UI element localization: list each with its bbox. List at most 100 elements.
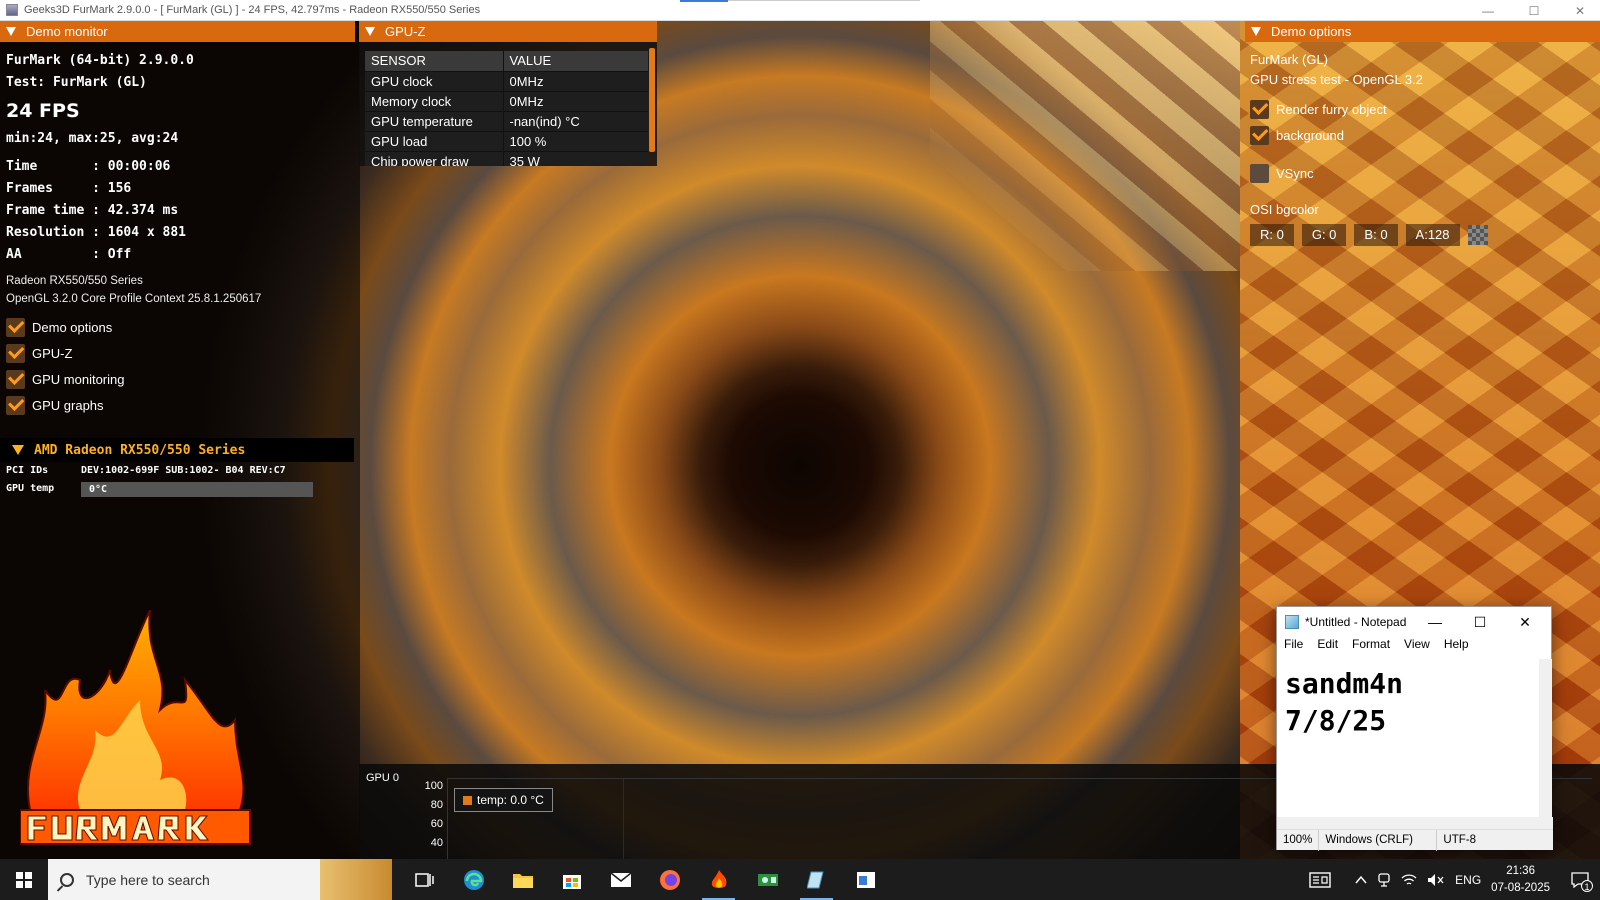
clock-time: 21:36 bbox=[1506, 864, 1535, 877]
graph-tick-label: 40 bbox=[430, 837, 443, 849]
meet-now-icon[interactable] bbox=[1377, 872, 1391, 888]
notepad-vertical-scrollbar[interactable] bbox=[1539, 659, 1552, 817]
option-render-furry-object[interactable]: Render furry object bbox=[1250, 96, 1600, 122]
table-row: GPU clock 0MHz bbox=[365, 71, 648, 92]
furmark-flame-logo bbox=[20, 610, 251, 845]
checkbox-checked-icon[interactable] bbox=[1250, 99, 1269, 119]
menu-file[interactable]: File bbox=[1284, 637, 1303, 657]
table-header-row: SENSOR VALUE bbox=[365, 51, 648, 72]
taskbar-firefox[interactable] bbox=[645, 859, 694, 900]
table-row: GPU temperature -nan(ind) °C bbox=[365, 111, 648, 132]
status-line-ending: Windows (CRLF) bbox=[1319, 829, 1438, 851]
taskbar-gpu-tool[interactable] bbox=[743, 859, 792, 900]
taskbar-clock[interactable]: 21:36 07-08-2025 bbox=[1491, 863, 1550, 897]
taskbar-furmark[interactable] bbox=[694, 859, 743, 900]
graph-legend: temp: 0.0 °C bbox=[454, 788, 553, 812]
taskbar-file-explorer[interactable] bbox=[498, 859, 547, 900]
notepad-icon bbox=[1285, 615, 1299, 629]
checkbox-checked-icon[interactable] bbox=[6, 343, 25, 363]
maximize-button[interactable]: ☐ bbox=[1511, 0, 1557, 21]
checkbox-checked-icon[interactable] bbox=[1250, 125, 1269, 145]
taskbar-search-box[interactable]: Type here to search bbox=[48, 859, 392, 900]
furmark-app-icon bbox=[6, 4, 18, 16]
gpu-section-header[interactable]: AMD Radeon RX550/550 Series bbox=[0, 438, 354, 462]
menu-format[interactable]: Format bbox=[1352, 637, 1390, 657]
column-header-sensor: SENSOR bbox=[365, 51, 504, 72]
toggle-gpuz[interactable]: GPU-Z bbox=[6, 340, 356, 366]
test-name: Test: FurMark (GL) bbox=[6, 75, 147, 90]
search-placeholder: Type here to search bbox=[86, 871, 210, 888]
start-button[interactable] bbox=[0, 859, 48, 900]
menu-view[interactable]: View bbox=[1404, 637, 1430, 657]
stat-resolution: Resolution : 1604 x 881 bbox=[6, 225, 187, 240]
toggle-gpu-monitoring[interactable]: GPU monitoring bbox=[6, 366, 356, 392]
notepad-maximize-button[interactable]: ☐ bbox=[1458, 607, 1502, 637]
checkbox-unchecked-icon[interactable] bbox=[1250, 163, 1269, 183]
window-title: Geeks3D FurMark 2.9.0.0 - [ FurMark (GL)… bbox=[24, 4, 481, 16]
option-label: Render furry object bbox=[1276, 101, 1387, 117]
taskbar-mail[interactable] bbox=[596, 859, 645, 900]
app-window-icon bbox=[856, 871, 875, 888]
gpu-temp-label: GPU temp bbox=[6, 483, 55, 494]
gpu-temp-row: GPU temp bbox=[6, 481, 54, 497]
osi-red-input[interactable]: R: 0 bbox=[1250, 224, 1294, 246]
notepad-status-bar: 100% Windows (CRLF) UTF-8 bbox=[1277, 829, 1553, 851]
sensor-name: GPU clock bbox=[365, 71, 504, 92]
task-view-button[interactable] bbox=[400, 859, 449, 900]
demo-monitor-title: Demo monitor bbox=[26, 24, 108, 39]
notepad-horizontal-scrollbar[interactable] bbox=[1277, 817, 1553, 829]
option-vsync[interactable]: VSync bbox=[1250, 160, 1600, 186]
minimize-button[interactable]: — bbox=[1465, 0, 1511, 21]
gpu-name: Radeon RX550/550 Series bbox=[6, 275, 143, 287]
language-indicator[interactable]: ENG bbox=[1455, 873, 1481, 887]
sensor-name: GPU temperature bbox=[365, 111, 504, 132]
demo-options-title: Demo options bbox=[1271, 24, 1352, 39]
demo-options-header[interactable]: Demo options bbox=[1245, 21, 1600, 42]
checkbox-checked-icon[interactable] bbox=[6, 317, 25, 337]
gpu-section-title: AMD Radeon RX550/550 Series bbox=[34, 442, 246, 458]
option-background[interactable]: background bbox=[1250, 122, 1600, 148]
pci-ids-row: PCI IDs DEV:1002-699F SUB:1002- B04 REV:… bbox=[6, 463, 286, 479]
gpu-temp-bar: 0°C bbox=[81, 482, 313, 497]
osi-alpha-input[interactable]: A:128 bbox=[1405, 224, 1460, 246]
edge-icon bbox=[463, 869, 484, 890]
taskbar-notepad[interactable] bbox=[792, 859, 841, 900]
stat-frame-time: Frame time : 42.374 ms bbox=[6, 203, 179, 218]
notepad-text-area[interactable]: sandm4n 7/8/25 bbox=[1277, 659, 1539, 817]
collapse-triangle-icon bbox=[6, 27, 16, 36]
wifi-icon[interactable] bbox=[1401, 873, 1417, 887]
notepad-minimize-button[interactable]: — bbox=[1413, 607, 1457, 637]
checkbox-checked-icon[interactable] bbox=[6, 369, 25, 389]
close-button[interactable]: ✕ bbox=[1557, 0, 1600, 21]
taskbar-app-window[interactable] bbox=[841, 859, 890, 900]
gpuz-header[interactable]: GPU-Z bbox=[359, 21, 657, 42]
notepad-close-button[interactable]: ✕ bbox=[1503, 607, 1547, 637]
taskbar-edge[interactable] bbox=[449, 859, 498, 900]
volume-muted-icon[interactable] bbox=[1427, 873, 1445, 887]
toggle-label: GPU graphs bbox=[32, 397, 104, 413]
checkbox-checked-icon[interactable] bbox=[6, 395, 25, 415]
column-header-value: VALUE bbox=[503, 51, 648, 72]
system-tray: ENG 21:36 07-08-2025 1 bbox=[1309, 859, 1600, 900]
status-encoding: UTF-8 bbox=[1443, 833, 1477, 846]
chevron-up-icon[interactable] bbox=[1355, 875, 1367, 885]
menu-edit[interactable]: Edit bbox=[1317, 637, 1338, 657]
table-row: Memory clock 0MHz bbox=[365, 91, 648, 112]
search-icon bbox=[60, 872, 74, 887]
notification-center-button[interactable]: 1 bbox=[1560, 859, 1600, 900]
demo-name: FurMark (GL) bbox=[1250, 52, 1328, 67]
toggle-demo-options[interactable]: Demo options bbox=[6, 314, 356, 340]
furmark-flame-icon bbox=[711, 869, 726, 888]
taskbar-store[interactable] bbox=[547, 859, 596, 900]
osi-blue-input[interactable]: B: 0 bbox=[1354, 224, 1398, 246]
sensor-name: Memory clock bbox=[365, 91, 504, 112]
osi-color-swatch[interactable] bbox=[1467, 225, 1488, 245]
osi-green-input[interactable]: G: 0 bbox=[1301, 224, 1347, 246]
news-widget-icon[interactable] bbox=[1309, 871, 1331, 888]
menu-help[interactable]: Help bbox=[1444, 637, 1469, 657]
gpuz-scrollbar[interactable] bbox=[649, 48, 655, 152]
demo-monitor-header[interactable]: Demo monitor bbox=[0, 21, 355, 42]
notepad-title-bar[interactable]: *Untitled - Notepad — ☐ ✕ bbox=[1277, 607, 1551, 637]
gpu-card-icon bbox=[757, 873, 778, 886]
toggle-gpu-graphs[interactable]: GPU graphs bbox=[6, 392, 356, 418]
